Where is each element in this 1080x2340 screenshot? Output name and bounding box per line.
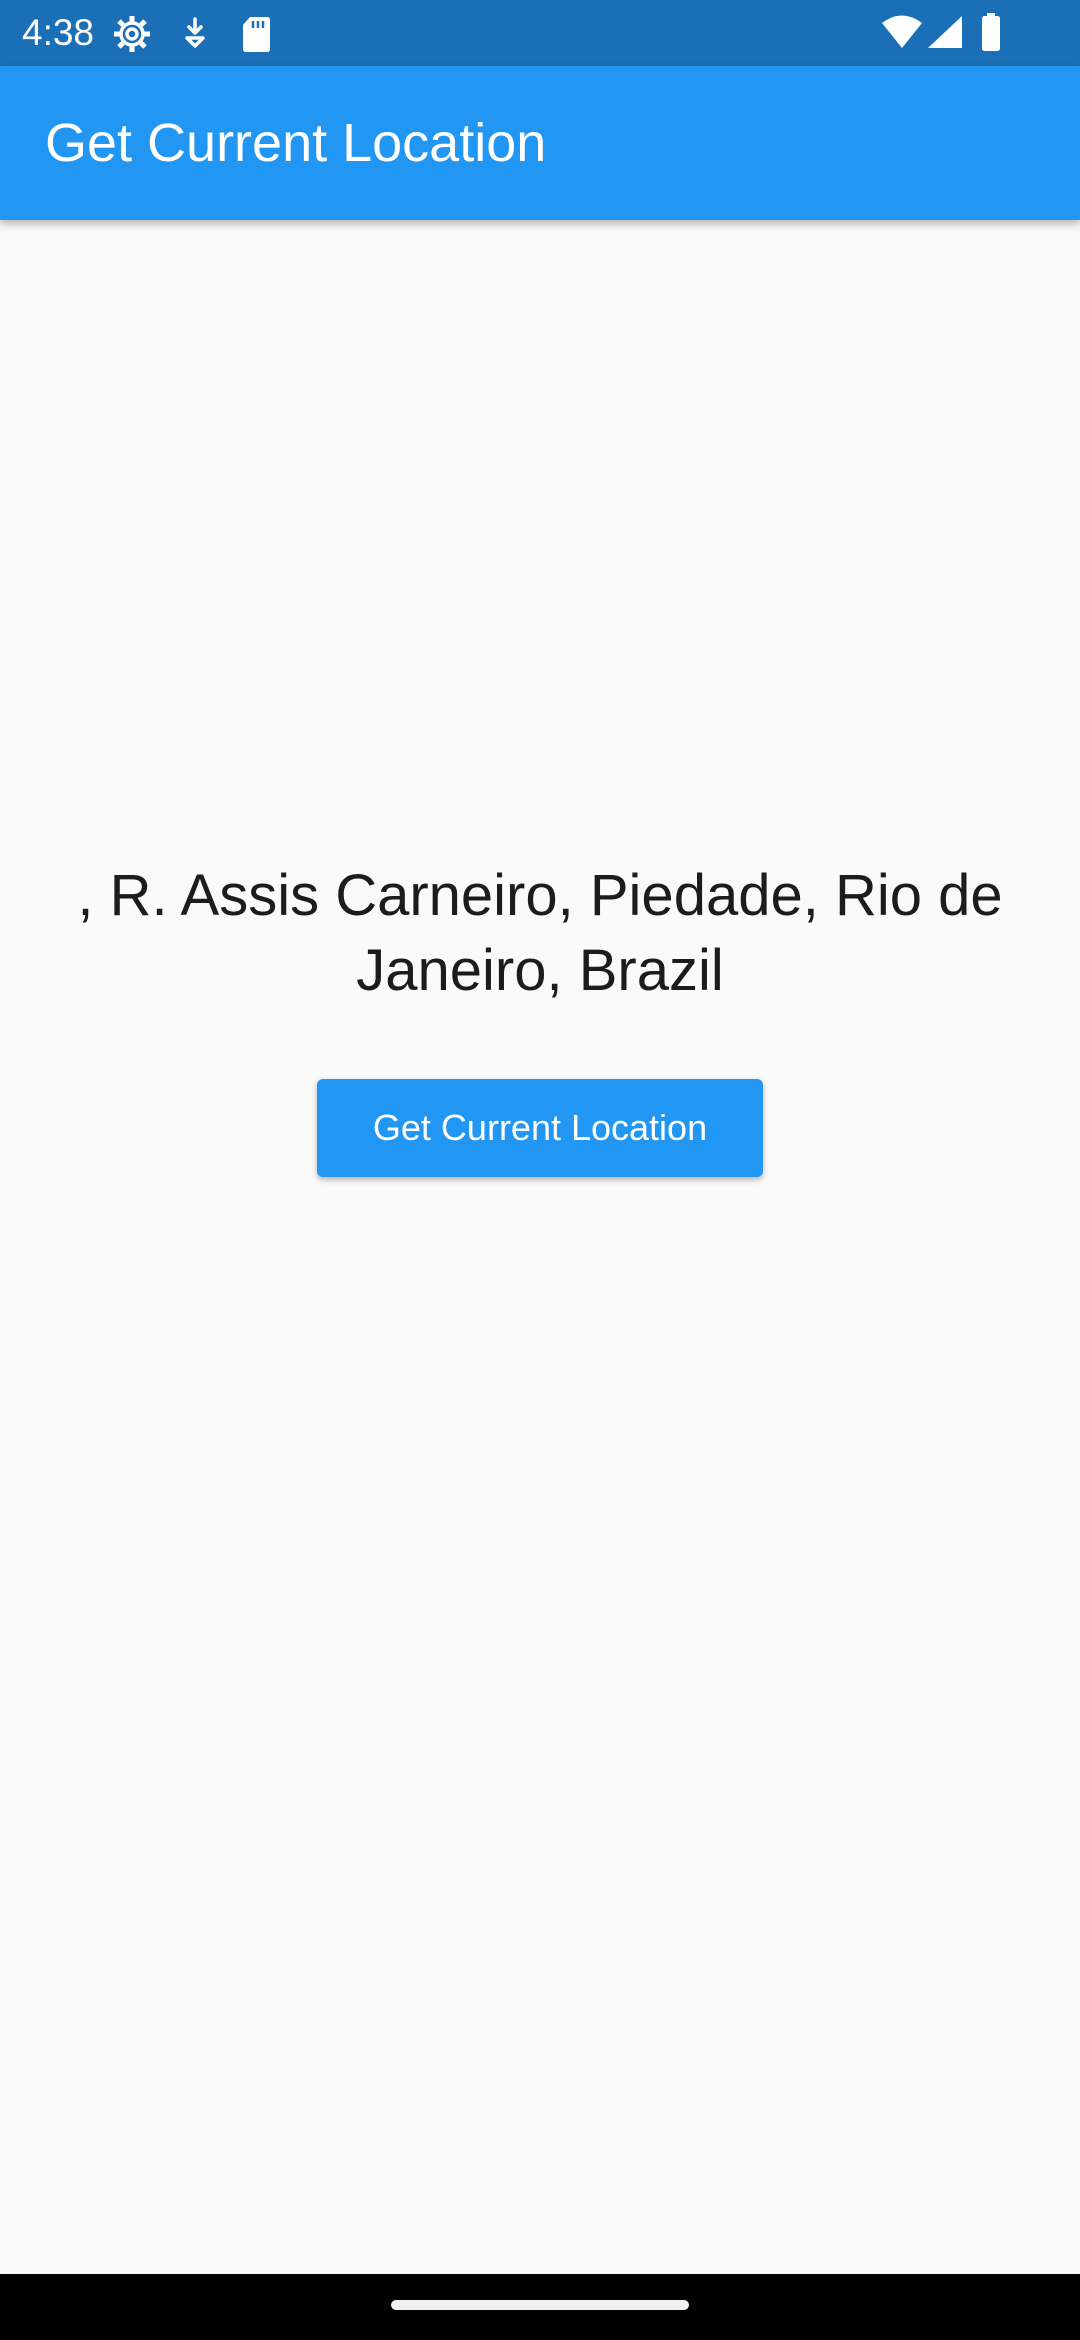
get-current-location-button[interactable]: Get Current Location	[317, 1079, 763, 1177]
home-indicator[interactable]	[391, 2300, 689, 2310]
download-notification-icon	[185, 17, 205, 48]
navigation-bar	[0, 2274, 1080, 2340]
cellular-signal-icon	[928, 16, 962, 48]
settings-gear-icon	[114, 16, 150, 52]
page-title: Get Current Location	[45, 113, 547, 173]
wifi-icon	[882, 15, 922, 48]
battery-icon	[982, 13, 1000, 51]
sd-card-icon	[243, 17, 270, 52]
status-bar: 4:38	[0, 0, 1080, 66]
app-bar: Get Current Location	[0, 66, 1080, 220]
main-content	[0, 220, 1080, 2274]
status-time: 4:38	[22, 12, 95, 53]
address-text: , R. Assis Carneiro, Piedade, Rio de Jan…	[77, 863, 1003, 1003]
